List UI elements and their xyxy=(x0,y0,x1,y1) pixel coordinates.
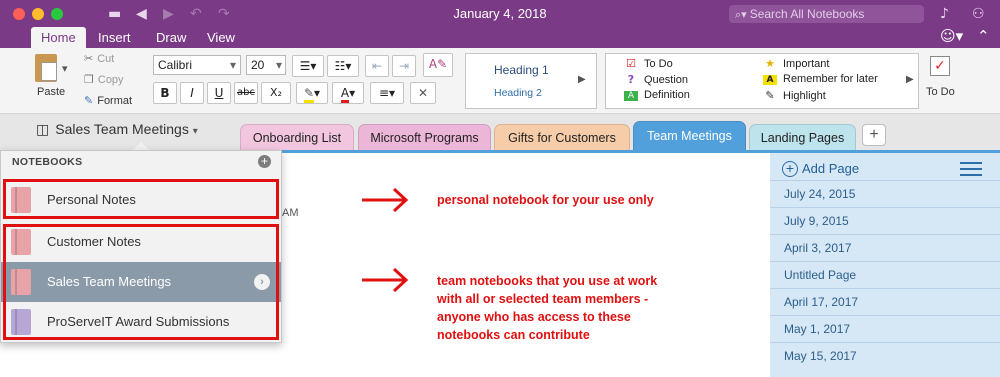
bell-icon[interactable]: ♪ xyxy=(940,4,949,24)
section-tab-team-meetings[interactable]: Team Meetings xyxy=(633,121,746,150)
clipboard-icon[interactable] xyxy=(35,54,57,82)
bullets-button[interactable]: ☰▾ xyxy=(292,55,324,77)
style-heading-2[interactable]: Heading 2 xyxy=(494,87,542,99)
underline-button[interactable]: U xyxy=(207,82,231,104)
add-page-button[interactable]: + Add Page xyxy=(782,161,859,177)
tags-more-icon[interactable]: ▶ xyxy=(906,74,914,85)
section-tab-landing-pages[interactable]: Landing Pages xyxy=(749,124,856,150)
page-item[interactable]: May 1, 2017 xyxy=(770,315,1000,342)
tab-insert[interactable]: Insert xyxy=(88,27,141,48)
star-icon: ★ xyxy=(765,57,775,70)
annotation-box-personal xyxy=(3,179,279,219)
tag-important[interactable]: ★ Important xyxy=(763,57,829,70)
tag-todo[interactable]: ☑ To Do xyxy=(624,57,673,70)
copy-icon: ❐ xyxy=(84,73,94,86)
current-notebook-label: Sales Team Meetings xyxy=(55,121,189,137)
checkbox-icon: ☑ xyxy=(626,57,636,70)
align-button[interactable]: ≡▾ xyxy=(370,82,404,104)
section-tab-gifts[interactable]: Gifts for Customers xyxy=(494,124,630,150)
subscript-button[interactable]: X₂ xyxy=(261,82,291,104)
scissors-icon: ✂ xyxy=(84,52,94,65)
clear-formatting-button[interactable]: A✎ xyxy=(423,53,453,77)
search-placeholder: Search All Notebooks xyxy=(749,7,865,21)
notebook-icon: ◫ xyxy=(36,122,50,138)
tag-definition[interactable]: A Definition xyxy=(624,89,690,101)
annotation-arrows xyxy=(362,187,409,293)
search-icon: ⌕▾ xyxy=(735,8,747,21)
annotation-team-text: team notebooks that you use at work with… xyxy=(437,274,658,342)
brush-icon: ✎ xyxy=(84,94,94,107)
outdent-button[interactable]: ⇤ xyxy=(365,55,389,77)
back-icon[interactable]: ◀ xyxy=(136,4,147,24)
italic-button[interactable]: I xyxy=(180,82,204,104)
question-icon: ? xyxy=(627,73,635,86)
tag-remember[interactable]: A Remember for later xyxy=(763,73,878,85)
tag-highlight[interactable]: ✎ Highlight xyxy=(763,89,825,102)
delete-button[interactable]: ✕ xyxy=(410,82,436,104)
window-title: January 4, 2018 xyxy=(453,6,547,21)
folder-icon[interactable]: ▬ xyxy=(108,4,121,24)
tab-view[interactable]: View xyxy=(197,27,245,48)
page-item[interactable]: April 3, 2017 xyxy=(770,234,1000,261)
font-color-icon: A xyxy=(340,86,350,103)
bold-button[interactable]: B xyxy=(153,82,177,104)
font-color-button[interactable]: A▾ xyxy=(332,82,364,104)
style-heading-1[interactable]: Heading 1 xyxy=(494,63,549,77)
todo-tag-button[interactable]: To Do xyxy=(926,86,955,98)
smiley-feedback-icon[interactable]: ☺▾ xyxy=(940,27,963,45)
section-tab-microsoft-programs[interactable]: Microsoft Programs xyxy=(358,124,491,150)
indent-button[interactable]: ⇥ xyxy=(392,55,416,77)
tags-gallery[interactable]: ☑ To Do ? Question A Definition ★ Important … xyxy=(605,53,919,109)
minimize-window-button[interactable] xyxy=(32,8,44,20)
pen-icon: ✎ xyxy=(765,89,775,102)
add-section-button[interactable]: + xyxy=(862,124,886,146)
cut-button[interactable]: ✂ Cut xyxy=(84,52,114,65)
section-tab-onboarding[interactable]: Onboarding List xyxy=(240,124,354,150)
strikethrough-button[interactable]: abc xyxy=(234,82,258,104)
definition-icon: A xyxy=(624,91,638,101)
page-list-options-icon[interactable] xyxy=(960,162,982,178)
title-bar: ▬ ◀ ▶ ↶ ↷ January 4, 2018 ⌕▾ Search All N… xyxy=(0,0,1000,48)
highlighter-icon: ✎ xyxy=(303,86,315,103)
forward-icon[interactable]: ▶ xyxy=(163,4,174,24)
add-person-icon[interactable]: ⚇ xyxy=(972,4,985,24)
zoom-window-button[interactable] xyxy=(51,8,63,20)
chevron-down-icon: ▾ xyxy=(192,126,198,137)
page-item[interactable]: Untitled Page xyxy=(770,261,1000,288)
tab-draw[interactable]: Draw xyxy=(146,27,196,48)
todo-tag-icon[interactable]: ✓ xyxy=(930,56,950,76)
highlight-a-icon: A xyxy=(763,75,777,85)
add-notebook-button[interactable]: + xyxy=(258,155,271,168)
page-time-fragment: AM xyxy=(282,207,299,219)
tag-question[interactable]: ? Question xyxy=(624,73,688,86)
tab-home[interactable]: Home xyxy=(31,27,86,48)
page-item[interactable]: July 9, 2015 xyxy=(770,207,1000,234)
styles-more-icon[interactable]: ▶ xyxy=(578,74,586,85)
redo-icon[interactable]: ↷ xyxy=(218,4,230,24)
paste-button[interactable]: Paste xyxy=(37,86,65,98)
page-item[interactable]: July 24, 2015 xyxy=(770,180,1000,207)
search-input[interactable]: ⌕▾ Search All Notebooks xyxy=(729,5,924,23)
close-window-button[interactable] xyxy=(13,8,25,20)
highlight-color-button[interactable]: ✎▾ xyxy=(296,82,328,104)
annotation-box-team xyxy=(3,224,279,340)
undo-icon[interactable]: ↶ xyxy=(190,4,202,24)
font-name-select[interactable]: Calibri ▾ xyxy=(153,55,241,75)
format-painter-button[interactable]: ✎ Format xyxy=(84,94,132,107)
annotation-personal-text: personal notebook for your use only xyxy=(437,193,654,207)
page-item[interactable]: April 17, 2017 xyxy=(770,288,1000,315)
copy-button[interactable]: ❐ Copy xyxy=(84,73,124,86)
font-size-select[interactable]: 20 ▾ xyxy=(246,55,286,75)
collapse-ribbon-icon[interactable]: ⌃ xyxy=(977,27,990,45)
page-item[interactable]: May 15, 2017 xyxy=(770,342,1000,369)
styles-gallery[interactable]: Heading 1 Heading 2 ▶ xyxy=(465,53,597,109)
add-circle-icon: + xyxy=(782,161,798,177)
paste-dropdown-icon[interactable]: ▾ xyxy=(62,62,68,75)
notebook-picker[interactable]: ◫ Sales Team Meetings ▾ xyxy=(36,121,198,138)
ribbon: ▾ Paste ✂ Cut ❐ Copy ✎ Format Calibri ▾ 20 ▾ … xyxy=(0,48,1000,114)
notebooks-header: NOTEBOOKS xyxy=(12,156,83,168)
numbering-button[interactable]: ☷▾ xyxy=(327,55,359,77)
eraser-icon: A✎ xyxy=(428,57,448,71)
